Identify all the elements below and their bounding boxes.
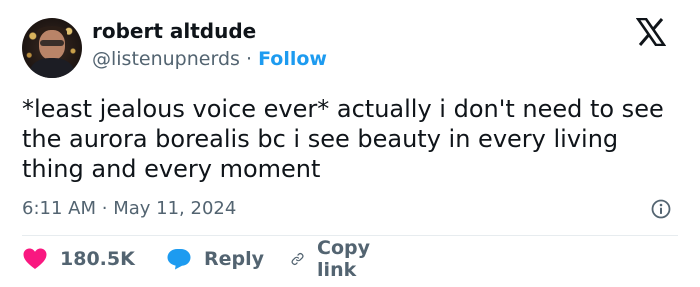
tweet-date: May 11, 2024	[113, 198, 237, 219]
reply-button[interactable]: Reply	[166, 246, 264, 272]
separator-dot: ·	[245, 48, 253, 70]
x-logo-icon[interactable]	[636, 18, 666, 46]
separator-dot: ·	[101, 198, 108, 219]
author-handle[interactable]: @listenupnerds	[92, 48, 240, 70]
avatar[interactable]	[22, 18, 82, 78]
like-button[interactable]: 180.5K	[22, 246, 135, 272]
author-handle-line: @listenupnerds · Follow	[92, 48, 327, 70]
follow-button[interactable]: Follow	[258, 48, 327, 70]
author-name[interactable]: robert altdude	[92, 19, 256, 43]
tweet-time: 6:11 AM	[22, 198, 96, 219]
copy-link-label: Copy link	[317, 237, 371, 281]
heart-icon	[23, 248, 47, 269]
timestamp[interactable]: 6:11 AM · May 11, 2024	[22, 198, 236, 219]
reply-label: Reply	[204, 248, 265, 270]
reply-bubble-icon	[167, 249, 191, 270]
avatar-glasses	[40, 40, 64, 46]
tweet-text: *least jealous voice ever* actually i do…	[22, 95, 664, 183]
like-count: 180.5K	[60, 248, 135, 270]
link-icon	[291, 253, 304, 265]
copy-link-button[interactable]: Copy link	[290, 237, 379, 281]
info-icon[interactable]	[651, 199, 671, 219]
divider	[22, 235, 678, 236]
avatar-body	[30, 58, 74, 78]
